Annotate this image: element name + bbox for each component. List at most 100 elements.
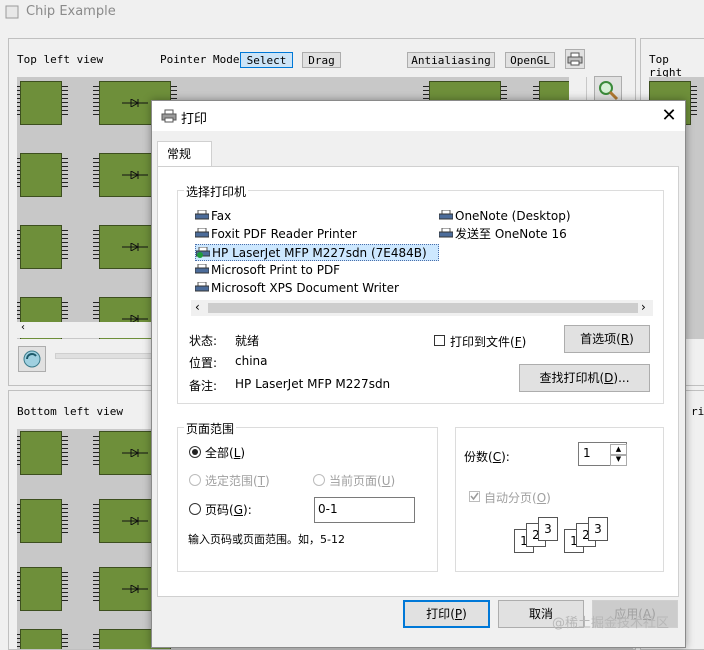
page-range-current-label[interactable]: 当前页面(U)	[329, 472, 395, 489]
printer-icon	[439, 210, 453, 220]
printer-icon	[161, 109, 177, 123]
page-range-label: 页面范围	[184, 420, 237, 437]
print-to-file-label[interactable]: 打印到文件(F)	[450, 333, 526, 350]
dialog-title: 打印	[181, 112, 208, 127]
chip[interactable]	[17, 431, 68, 475]
antialiasing-button[interactable]: Antialiasing	[407, 52, 495, 68]
diode-icon	[122, 517, 148, 525]
pointer-mode-label: Pointer Mode	[160, 53, 240, 66]
scroll-left-icon[interactable]: ‹	[195, 300, 200, 314]
printer-icon	[567, 52, 583, 66]
page-icon: 3	[538, 517, 558, 541]
chip[interactable]	[17, 225, 68, 269]
printer-default-icon	[196, 247, 210, 258]
main-titlebar: Chip Example	[0, 0, 704, 26]
printer-item-label: Microsoft Print to PDF	[211, 263, 341, 277]
location-label: 位置:	[189, 356, 218, 370]
printer-item-label: 发送至 OneNote 16	[455, 227, 567, 241]
drag-mode-button[interactable]: Drag	[302, 52, 341, 68]
location-value: china	[235, 354, 268, 368]
printer-item-ms-xps[interactable]: Microsoft XPS Document Writer	[195, 280, 399, 297]
bottom-right-view-label: ri	[691, 405, 704, 418]
magnifier-icon	[599, 81, 619, 101]
printer-item-ms-pdf[interactable]: Microsoft Print to PDF	[195, 262, 340, 279]
page-range-all-radio[interactable]	[189, 446, 201, 458]
page-range-selection-label[interactable]: 选定范围(T)	[205, 472, 270, 489]
printer-item-onenote-16[interactable]: 发送至 OneNote 16	[439, 226, 567, 243]
scroll-thumb[interactable]	[208, 303, 638, 313]
printer-list-hscroll[interactable]: ‹ ›	[191, 300, 653, 316]
collate-illustration: 1 2 3 1 2 3	[514, 517, 624, 557]
chip[interactable]	[17, 499, 68, 543]
chip[interactable]	[17, 153, 68, 197]
top-left-hscroll[interactable]: ‹	[17, 322, 167, 338]
printer-item-label: OneNote (Desktop)	[455, 209, 571, 223]
opengl-button[interactable]: OpenGL	[505, 52, 555, 68]
select-printer-label: 选择打印机	[184, 183, 249, 200]
status-value: 就绪	[235, 334, 260, 348]
printer-icon	[439, 228, 453, 238]
chip[interactable]	[17, 629, 68, 649]
diode-icon	[122, 243, 148, 251]
print-dialog: 打印 ✕ 常规 选择打印机 Fax Foxit PDF Reader Print…	[151, 100, 686, 648]
tab-general[interactable]: 常规	[157, 141, 212, 167]
scroll-right-icon[interactable]: ›	[641, 300, 646, 314]
page-icon: 3	[588, 517, 608, 541]
printer-item-label: HP LaserJet MFP M227sdn (7E484B)	[212, 246, 427, 260]
page-range-hint: 输入页码或页面范围。如，5-12	[188, 533, 345, 546]
print-button-main[interactable]	[565, 49, 585, 69]
page-range-all-label[interactable]: 全部(L)	[205, 444, 245, 461]
page-range-pages-radio[interactable]	[189, 503, 201, 515]
printer-icon	[195, 228, 209, 238]
printer-icon	[195, 264, 209, 274]
printer-icon	[195, 210, 209, 220]
printer-item-onenote-desktop[interactable]: OneNote (Desktop)	[439, 208, 571, 225]
top-left-view-label: Top left view	[17, 53, 104, 66]
rotate-slider[interactable]	[55, 353, 157, 359]
print-button[interactable]: 打印(P)	[403, 600, 490, 628]
watermark: @稀土掘金技术社区	[552, 616, 670, 631]
diode-icon	[122, 585, 148, 593]
copies-label: 份数(C):	[464, 450, 510, 464]
close-icon[interactable]: ✕	[659, 106, 679, 126]
printer-item-label: Foxit PDF Reader Printer	[211, 227, 357, 241]
printer-item-label: Microsoft XPS Document Writer	[211, 281, 399, 295]
spin-down-button[interactable]: ▼	[610, 454, 627, 466]
general-tab-pane: 选择打印机 Fax Foxit PDF Reader Printer HP La…	[157, 166, 679, 597]
bottom-left-view-label: Bottom left view	[17, 405, 123, 418]
select-mode-button[interactable]: Select	[240, 52, 293, 68]
collate-checkbox[interactable]	[469, 491, 480, 502]
comment-label: 备注:	[189, 379, 218, 393]
printer-item-label: Fax	[211, 209, 232, 223]
diode-icon	[122, 449, 148, 457]
chip[interactable]	[17, 81, 68, 125]
printer-item-foxit[interactable]: Foxit PDF Reader Printer	[195, 226, 357, 243]
top-right-view-label: Top right	[649, 53, 683, 79]
diode-icon	[122, 171, 148, 179]
diode-icon	[122, 99, 148, 107]
collate-label[interactable]: 自动分页(O)	[484, 489, 551, 506]
page-range-selection-radio[interactable]	[189, 474, 201, 486]
comment-value: HP LaserJet MFP M227sdn	[235, 377, 391, 391]
printer-icon	[195, 282, 209, 292]
rotate-icon	[23, 350, 41, 368]
pages-input[interactable]: 0-1	[314, 497, 415, 523]
printer-item-hp-selected[interactable]: HP LaserJet MFP M227sdn (7E484B)	[195, 244, 439, 261]
scroll-left-icon[interactable]: ‹	[21, 322, 25, 333]
check-icon	[470, 492, 479, 501]
copies-value: 1	[583, 446, 591, 460]
find-printer-button[interactable]: 查找打印机(D)...	[519, 364, 650, 392]
app-icon	[5, 5, 19, 19]
rotate-button[interactable]	[18, 346, 46, 372]
dialog-titlebar: 打印 ✕	[152, 101, 685, 131]
status-label: 状态:	[189, 334, 218, 348]
printer-item-fax[interactable]: Fax	[195, 208, 231, 225]
print-to-file-checkbox[interactable]	[434, 335, 445, 346]
copies-spinner[interactable]: 1 ▲ ▼	[578, 442, 627, 466]
chip[interactable]	[17, 567, 68, 611]
page-range-current-radio[interactable]	[313, 474, 325, 486]
main-window-title: Chip Example	[26, 4, 116, 19]
page-range-pages-label[interactable]: 页码(G):	[205, 501, 252, 518]
preferences-button[interactable]: 首选项(R)	[564, 325, 650, 353]
printer-list[interactable]: Fax Foxit PDF Reader Printer HP LaserJet…	[191, 204, 653, 318]
